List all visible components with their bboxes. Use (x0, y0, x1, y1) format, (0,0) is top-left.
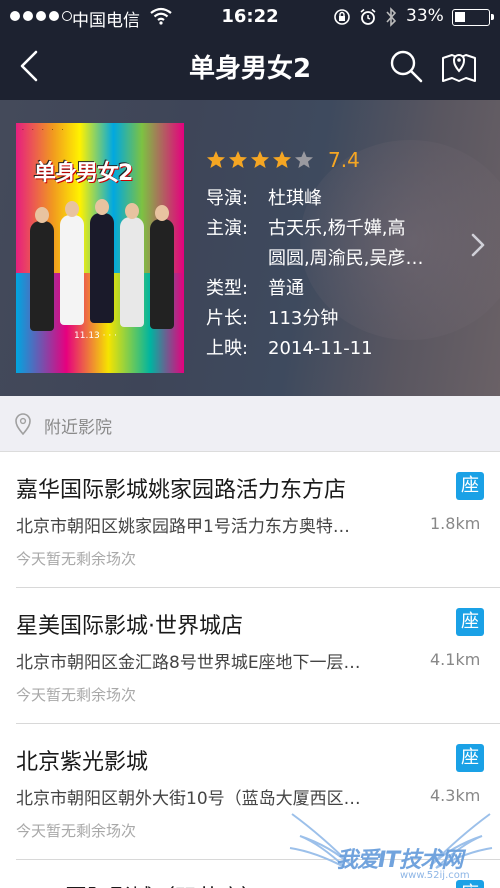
type-row: 类型: 普通 (206, 278, 304, 299)
star-icon (273, 151, 291, 168)
director-row: 导演: 杜琪峰 (206, 188, 322, 209)
star-icon (251, 151, 269, 168)
release-row: 上映: 2014-11-11 (206, 338, 373, 359)
cinema-address: 北京市朝阳区金汇路8号世界城E座地下一层… (16, 653, 361, 673)
movie-poster: ····· 单身男女2 11.13 · · · (16, 123, 184, 373)
poster-title: 单身男女2 (34, 161, 133, 186)
chevron-right-icon[interactable] (468, 230, 488, 260)
length-value: 113分钟 (268, 308, 339, 329)
status-bar: 中国电信 16:22 33% (0, 0, 500, 34)
battery-icon (452, 9, 494, 26)
section-label: 附近影院 (44, 418, 112, 438)
rating-score: 7.4 (328, 148, 360, 172)
type-value: 普通 (268, 278, 304, 299)
cinema-name: 嘉华国际影城姚家园路活力东方店 (16, 478, 347, 503)
app-header: 中国电信 16:22 33% 单身男女2 (0, 0, 500, 100)
cinema-name: 星美国际影城·世界城店 (16, 614, 243, 639)
cast-line-1: 古天乐,杨千嬅,高 (268, 218, 406, 239)
nearby-cinemas-header: 附近影院 (0, 396, 500, 452)
movie-info-panel[interactable]: ····· 单身男女2 11.13 · · · 7.4 导演: 杜琪峰 主演: 古… (0, 100, 500, 396)
cinema-status: 今天暂无剩余场次 (16, 822, 137, 840)
watermark-logo: 我爱IT技术网 www.52ij.com (282, 806, 500, 888)
cinema-status: 今天暂无剩余场次 (16, 550, 137, 568)
release-value: 2014-11-11 (268, 338, 373, 359)
cinema-distance: 1.8km (430, 514, 481, 533)
seat-selection-badge: 座 (456, 744, 484, 772)
cinema-item[interactable]: 星美国际影城·世界城店 座 北京市朝阳区金汇路8号世界城E座地下一层… 4.1k… (16, 588, 500, 724)
director-value: 杜琪峰 (268, 188, 322, 209)
seat-selection-badge: 座 (456, 472, 484, 500)
bluetooth-icon (386, 7, 397, 27)
page-title: 单身男女2 (188, 54, 312, 84)
cinema-address: 北京市朝阳区姚家园路甲1号活力东方奥特… (16, 517, 350, 537)
star-icon (207, 151, 225, 168)
rating: 7.4 (206, 148, 360, 172)
star-empty-icon (295, 151, 313, 168)
length-row: 片长: 113分钟 (206, 308, 339, 329)
cinema-name: UME国际影城（双井店） (16, 880, 263, 888)
cast-row: 主演: 古天乐,杨千嬅,高 圆圆,周渝民,吴彦… (206, 214, 456, 269)
alarm-icon (360, 8, 376, 25)
watermark-url: www.52ij.com (400, 870, 470, 881)
search-icon[interactable] (388, 48, 424, 84)
cast-line-2: 圆圆,周渝民,吴彦… (268, 248, 424, 269)
orientation-lock-icon (334, 9, 350, 25)
cinema-item[interactable]: 嘉华国际影城姚家园路活力东方店 座 北京市朝阳区姚家园路甲1号活力东方奥特… 1… (16, 452, 500, 588)
cinema-distance: 4.1km (430, 650, 481, 669)
cinema-status: 今天暂无剩余场次 (16, 686, 137, 704)
star-icon (229, 151, 247, 168)
cinema-name: 北京紫光影城 (16, 750, 149, 775)
location-pin-icon (15, 413, 31, 435)
seat-selection-badge: 座 (456, 608, 484, 636)
map-pin-icon[interactable] (440, 46, 478, 84)
cinema-distance: 4.3km (430, 786, 481, 805)
nav-bar: 单身男女2 (0, 34, 500, 100)
battery-percent: 33% (406, 6, 444, 26)
